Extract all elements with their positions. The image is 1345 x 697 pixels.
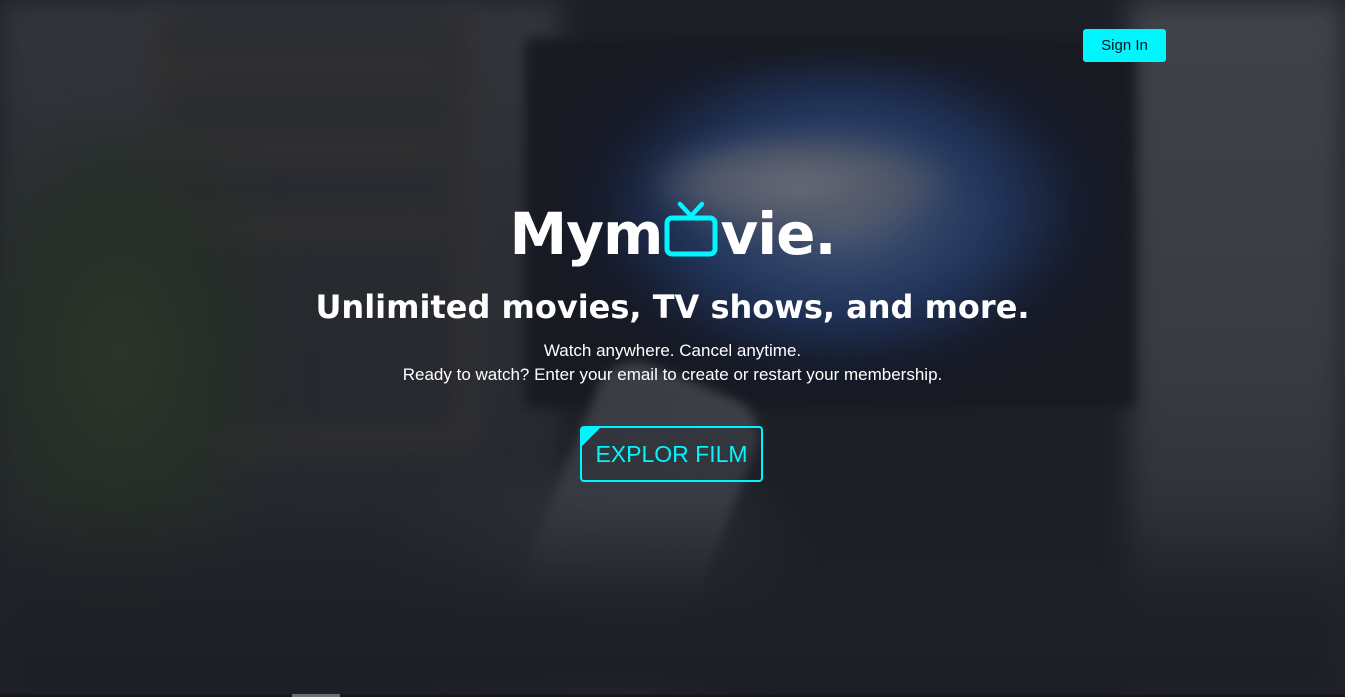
tv-icon: [663, 196, 719, 272]
sign-in-button[interactable]: Sign In: [1083, 29, 1166, 62]
hero-section: Sign In Mym vie. Unlimited movies, TV sh…: [0, 0, 1345, 697]
site-logo: Mym vie.: [0, 196, 1345, 272]
logo-text-end: vie.: [720, 200, 836, 268]
hero-title: Unlimited movies, TV shows, and more.: [315, 288, 1030, 326]
explore-film-button[interactable]: EXPLOR FILM: [580, 426, 763, 482]
logo-text-start: Mym: [509, 200, 663, 268]
hero-subtitle-line-2: Ready to watch? Enter your email to crea…: [402, 365, 943, 384]
explore-film-label: EXPLOR FILM: [595, 440, 748, 467]
hero-subtitle-line-1: Watch anywhere. Cancel anytime.: [543, 341, 802, 360]
corner-accent: [582, 428, 600, 446]
